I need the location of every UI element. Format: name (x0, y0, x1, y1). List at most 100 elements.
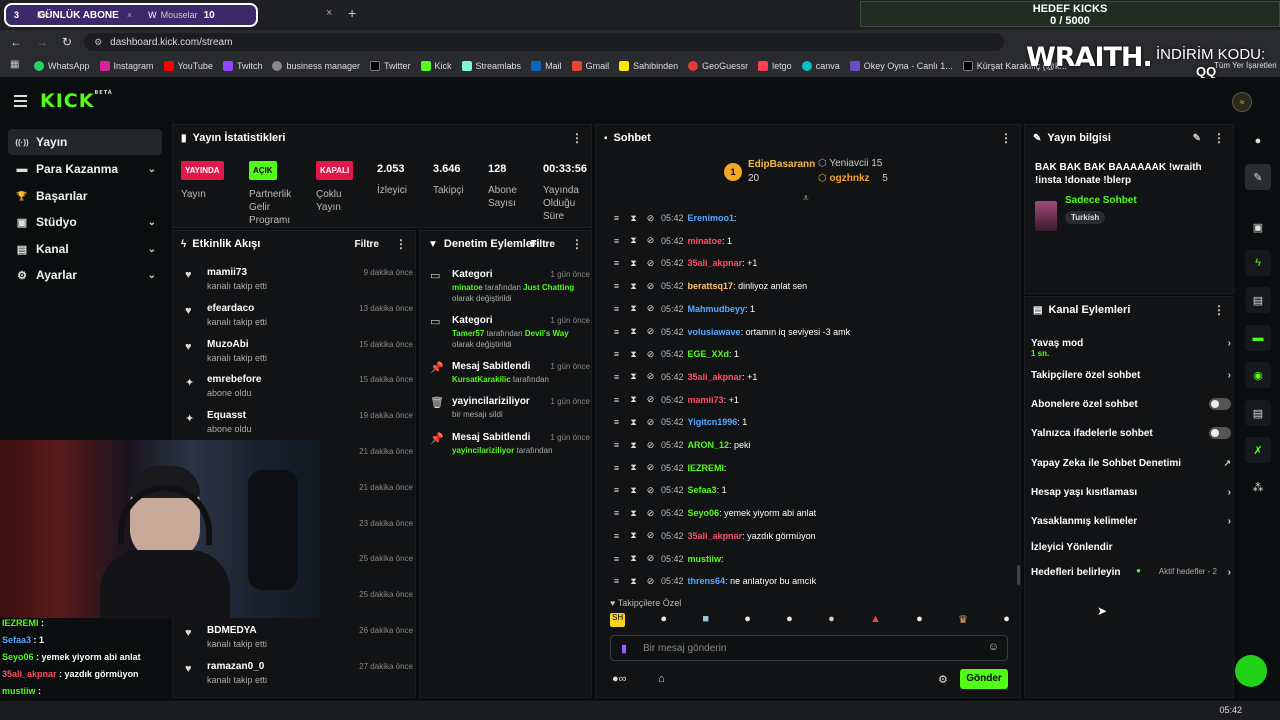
ban-icon[interactable]: ⊘ (644, 485, 657, 496)
activity-user[interactable]: ramazan0_0 (207, 661, 264, 672)
emote-panda-icon[interactable]: ● (744, 613, 751, 627)
delete-icon[interactable]: ≡ (610, 349, 623, 359)
channel-action-item[interactable]: Yavaş mod 1 sn. › (1031, 333, 1231, 359)
bookmark-canva[interactable]: canva (801, 60, 840, 71)
bookmark-streamlabs[interactable]: Streamlabs (461, 60, 521, 71)
ban-icon[interactable]: ⊘ (644, 281, 657, 292)
sidebar-item-basarilar[interactable]: 🏆 Başarılar (8, 183, 162, 209)
timeout-icon[interactable]: ⧗ (627, 326, 640, 337)
send-button[interactable]: Gönder (960, 669, 1008, 689)
site-info-icon[interactable]: ⚙ (94, 37, 102, 48)
message-user[interactable]: Yigitcn1996 (688, 417, 738, 427)
channel-action-item[interactable]: Yapay Zeka ile Sohbet Denetimi ↗ (1031, 453, 1231, 473)
tab-gunluk-abone[interactable]: 3 Kic GÜNLÜK ABONE × W Mouselar 10 (4, 3, 258, 27)
bookmark-mail[interactable]: Mail (531, 60, 562, 71)
message-user[interactable]: threns64 (688, 576, 726, 586)
message-user[interactable]: Sefaa3 (688, 485, 717, 495)
ban-icon[interactable]: ⊘ (644, 576, 657, 587)
timeout-icon[interactable]: ⧗ (627, 349, 640, 360)
message-user[interactable]: Erenimoo1 (688, 213, 735, 223)
delete-icon[interactable]: ≡ (610, 508, 623, 518)
bookmark-youtube[interactable]: YouTube (163, 60, 213, 71)
message-user[interactable]: Seyo06 (688, 508, 720, 518)
delete-icon[interactable]: ≡ (610, 327, 623, 337)
timeout-icon[interactable]: ⧗ (627, 508, 640, 519)
timeout-icon[interactable]: ⧗ (627, 576, 640, 587)
activity-user[interactable]: efeardaco (207, 303, 254, 314)
delete-icon[interactable]: ≡ (610, 281, 623, 291)
filter-button[interactable]: Filtre (355, 239, 379, 250)
emote-icon[interactable]: ● (828, 613, 835, 627)
layout-icon[interactable]: ▤ (1245, 400, 1271, 426)
timeout-icon[interactable]: ⧗ (627, 281, 640, 292)
delete-icon[interactable]: ≡ (610, 440, 623, 450)
emote-icon[interactable]: ♛ (958, 613, 968, 627)
timeout-icon[interactable]: ⧗ (627, 462, 640, 473)
emote-icon[interactable]: ■ (702, 613, 709, 627)
edit-icon[interactable]: ✎ (1193, 133, 1201, 144)
scan-icon[interactable]: ▣ (1245, 214, 1271, 240)
pinned-toggle-icon[interactable]: ⩡ (803, 193, 809, 204)
delete-icon[interactable]: ≡ (610, 258, 623, 268)
message-user[interactable]: volusiawave (688, 327, 741, 337)
chat-bubble-icon[interactable]: ▬ (1245, 325, 1271, 351)
emote-panda-icon[interactable]: ● (1003, 613, 1010, 627)
message-user[interactable]: EGE_XXd (688, 349, 730, 359)
stats-bubble-icon[interactable]: ●∞ (612, 673, 627, 685)
reload-icon[interactable]: ↻ (62, 35, 72, 49)
profile-avatar[interactable]: ≈ (1232, 92, 1252, 112)
gift-icon[interactable]: ⌂ (658, 673, 665, 685)
bookmark-twitch[interactable]: Twitch (222, 60, 262, 71)
channel-action-item[interactable]: Abonelere özel sohbet (1031, 394, 1231, 414)
timeout-icon[interactable]: ⧗ (627, 553, 640, 564)
message-user[interactable]: minatoe (688, 236, 723, 246)
document-icon[interactable]: ▤ (1245, 287, 1271, 313)
ban-icon[interactable]: ⊘ (644, 417, 657, 428)
ban-icon[interactable]: ⊘ (644, 235, 657, 246)
sidebar-item-para-kazanma[interactable]: ▬ Para Kazanma ⌄ (8, 156, 162, 182)
tab-close[interactable]: × (127, 10, 132, 20)
new-tab-button[interactable]: + (348, 5, 356, 21)
channel-action-item[interactable]: Hedefleri belirleyin Aktif hedefler - 2 ● › (1031, 562, 1231, 582)
activity-user[interactable]: BDMEDYA (207, 625, 257, 636)
kick-logo[interactable]: KICKBETA (40, 90, 113, 112)
wrench-icon[interactable]: ✗ (1245, 437, 1271, 463)
toggle-switch[interactable] (1209, 427, 1231, 439)
more-icon[interactable]: ⋮ (571, 237, 583, 251)
delete-icon[interactable]: ≡ (610, 463, 623, 473)
emote-icon[interactable]: ▲ (870, 613, 881, 627)
sidebar-item-ayarlar[interactable]: ⚙ Ayarlar ⌄ (8, 262, 162, 288)
broadcast-icon[interactable]: ◉ (1245, 362, 1271, 388)
url-field[interactable]: ⚙ dashboard.kick.com/stream (84, 33, 1005, 51)
nodes-icon[interactable]: ⁂ (1245, 474, 1271, 500)
activity-user[interactable]: mamii73 (207, 267, 247, 278)
moderation-user[interactable]: Tamer57 (452, 329, 484, 338)
ban-icon[interactable]: ⊘ (644, 326, 657, 337)
toggle-switch[interactable] (1209, 398, 1231, 410)
activity-user[interactable]: emrebefore (207, 374, 261, 385)
ban-icon[interactable]: ⊘ (644, 508, 657, 519)
settings-icon[interactable]: ⚙ (938, 673, 948, 686)
moderation-user[interactable]: KursatKarakilic (452, 375, 511, 384)
more-icon[interactable]: ⋮ (571, 131, 583, 145)
back-icon[interactable]: ← (10, 35, 22, 49)
channel-action-item[interactable]: Takipçilere özel sohbet › (1031, 365, 1231, 385)
ban-icon[interactable]: ⊘ (644, 349, 657, 360)
activity-user[interactable]: Equasst (207, 410, 246, 421)
emoji-icon[interactable]: ☺ (988, 641, 999, 653)
bookmark-letgo[interactable]: letgo (758, 60, 792, 71)
delete-icon[interactable]: ≡ (610, 554, 623, 564)
scrollbar[interactable] (1017, 565, 1020, 585)
timeout-icon[interactable]: ⧗ (627, 213, 640, 224)
bookmark-sahibinden[interactable]: Sahibinden (619, 60, 678, 71)
ban-icon[interactable]: ⊘ (644, 303, 657, 314)
filter-button[interactable]: Filtre (531, 239, 555, 250)
channel-action-item[interactable]: İzleyici Yönlendir (1031, 537, 1231, 557)
sidebar-item-studyo[interactable]: ▣ Stüdyo ⌄ (8, 209, 162, 235)
timeout-icon[interactable]: ⧗ (627, 371, 640, 382)
bookmark-business-manager[interactable]: business manager (272, 60, 360, 71)
category-name[interactable]: Sadece Sohbet (1065, 195, 1137, 206)
category-thumbnail[interactable] (1035, 201, 1057, 231)
message-user[interactable]: ARON_12 (688, 440, 730, 450)
channel-action-item[interactable]: Yasaklanmış kelimeler › (1031, 511, 1231, 531)
